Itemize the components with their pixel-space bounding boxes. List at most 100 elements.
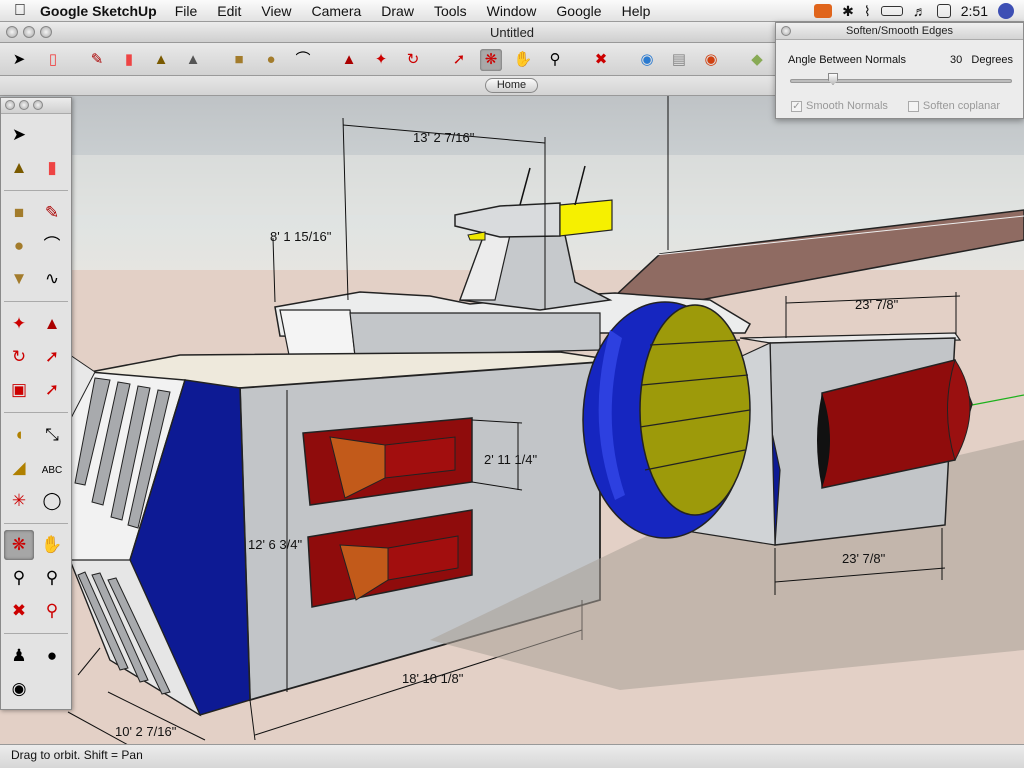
select-tool-button[interactable]: ➤ [8, 49, 30, 71]
palette-look-around-tool[interactable]: ◉ [4, 674, 34, 704]
palette-axes-tool[interactable]: ✳ [4, 486, 34, 516]
battery-icon[interactable] [880, 6, 903, 16]
palette-tape-measure-tool[interactable]: ◖ [4, 420, 34, 450]
eraser-icon: ▯ [48, 51, 58, 68]
menu-help[interactable]: Help [622, 3, 651, 19]
spotlight-icon[interactable] [998, 3, 1014, 19]
angle-slider-track[interactable] [790, 79, 1012, 83]
menu-camera[interactable]: Camera [311, 3, 361, 19]
palette-push-pull-tool[interactable]: ▲ [37, 309, 67, 339]
rotate-icon: ↻ [406, 51, 420, 68]
menu-tools[interactable]: Tools [434, 3, 467, 19]
push-pull-button[interactable]: ▲ [338, 49, 360, 71]
menu-edit[interactable]: Edit [217, 3, 241, 19]
palette-eraser-tool[interactable]: ▮ [37, 153, 67, 183]
share-model-button[interactable]: ◉ [700, 49, 722, 71]
freehand-icon: ∿ [44, 269, 60, 288]
circle-tool-button[interactable]: ● [260, 49, 282, 71]
zoom-extents-button[interactable]: ✖ [590, 49, 612, 71]
pan-tool-button[interactable]: ✋ [512, 49, 534, 71]
palette-scale-tool[interactable]: ▣ [4, 375, 34, 405]
follow-me-button[interactable]: ➚ [448, 49, 470, 71]
palette-protractor-tool[interactable]: ◢ [4, 453, 34, 483]
palette-close-button[interactable] [5, 100, 15, 110]
palette-line-tool[interactable]: ✎ [37, 198, 67, 228]
hand-icon: ✋ [513, 51, 533, 68]
palette-offset-tool[interactable]: ➚ [37, 375, 67, 405]
menu-view[interactable]: View [261, 3, 291, 19]
angle-readout: 30 Degrees [950, 54, 1013, 66]
google-earth-button[interactable]: ◉ [636, 49, 658, 71]
panel-options: ✓ Smooth Normals Soften coplanar [791, 100, 1000, 112]
follow-me-icon: ➚ [44, 347, 60, 366]
components-button[interactable]: ◆ [746, 49, 768, 71]
palette-pan-tool[interactable]: ✋ [37, 530, 67, 560]
palette-zoom-tool[interactable]: ⚲ [4, 563, 34, 593]
palette-rotate-tool[interactable]: ↻ [4, 342, 34, 372]
clock[interactable]: 2:51 [961, 3, 988, 19]
model-viewport[interactable]: 13' 2 7/16" 8' 1 15/16" 23' 7/8" 2' 11 1… [0, 96, 1024, 746]
input-method-icon[interactable] [936, 4, 951, 18]
panel-header: Soften/Smooth Edges [776, 23, 1023, 40]
palette-zoom-extents-tool[interactable]: ✖ [4, 596, 34, 626]
circle-icon: ● [13, 236, 25, 255]
home-button[interactable]: Home [485, 78, 538, 93]
push-pull-icon: ▲ [43, 314, 61, 333]
palette-zoom-window-tool[interactable]: ⚲ [37, 563, 67, 593]
pencil-tool-button[interactable]: ✎ [86, 49, 108, 71]
palette-move-tool[interactable]: ✦ [4, 309, 34, 339]
palette-freehand-tool[interactable]: ∿ [37, 264, 67, 294]
follow-me-icon: ➚ [452, 51, 466, 68]
paint-bucket-button[interactable]: ▲ [150, 49, 172, 71]
soften-smooth-edges-panel: Soften/Smooth Edges Angle Between Normal… [775, 22, 1024, 119]
palette-walk-tool[interactable]: ● [37, 641, 67, 671]
menu-file[interactable]: File [175, 3, 198, 19]
zoom-extents-icon: ✖ [11, 601, 27, 620]
palette-zoom-button[interactable] [33, 100, 43, 110]
smooth-normals-checkbox[interactable]: ✓ [791, 100, 802, 112]
zoom-tool-button[interactable]: ⚲ [544, 49, 566, 71]
sketchup-status-icon[interactable] [814, 4, 833, 18]
palette-select-tool[interactable]: ➤ [4, 120, 34, 150]
palette-previous-view-tool[interactable]: ⚲ [37, 596, 67, 626]
palette-rectangle-tool[interactable]: ■ [4, 198, 34, 228]
palette-text-tool[interactable]: ABC [37, 453, 67, 483]
apple-icon[interactable]:  [0, 2, 40, 20]
zoom-extents-icon: ✖ [594, 51, 608, 68]
eraser-pink-button[interactable]: ▮ [118, 49, 140, 71]
angle-slider-knob[interactable] [828, 73, 838, 85]
rectangle-tool-button[interactable]: ■ [228, 49, 250, 71]
scale-icon: ▣ [10, 380, 28, 399]
palette-3d-text-tool[interactable]: ◯ [37, 486, 67, 516]
soften-coplanar-checkbox[interactable] [907, 100, 919, 112]
move-tool-button[interactable]: ✦ [370, 49, 392, 71]
smooth-normals-option[interactable]: ✓ Smooth Normals [791, 100, 888, 112]
eraser-tool-button[interactable]: ▯ [42, 49, 64, 71]
volume-icon[interactable]: ♬ [913, 3, 927, 19]
menu-draw[interactable]: Draw [381, 3, 414, 19]
soften-coplanar-option[interactable]: Soften coplanar [907, 100, 1000, 112]
3d-text-icon: ◯ [42, 491, 62, 510]
panel-close-button[interactable] [781, 26, 791, 36]
palette-dimension-tool[interactable]: ⤡ [37, 420, 67, 450]
palette-orbit-tool[interactable]: ❋ [4, 530, 34, 560]
palette-position-camera-tool[interactable]: ♟ [4, 641, 34, 671]
menu-google[interactable]: Google [556, 3, 601, 19]
paint-bucket-2-button[interactable]: ▲ [182, 49, 204, 71]
app-menu[interactable]: Google SketchUp [40, 3, 157, 19]
palette-circle-tool[interactable]: ● [4, 231, 34, 261]
arc-icon: ⌒ [43, 236, 61, 255]
arc-tool-button[interactable]: ⌒ [292, 49, 314, 71]
menu-window[interactable]: Window [487, 3, 537, 19]
palette-minimize-button[interactable] [19, 100, 29, 110]
palette-polygon-tool[interactable]: ▼ [4, 264, 34, 294]
palette-paint-bucket-tool[interactable]: ▲ [4, 153, 34, 183]
wifi-icon[interactable]: ⌇ [864, 3, 871, 20]
bluetooth-icon[interactable]: ✱ [842, 3, 854, 20]
orbit-tool-button[interactable]: ❋ [480, 49, 502, 71]
palette-follow-me-tool[interactable]: ➚ [37, 342, 67, 372]
palette-arc-tool[interactable]: ⌒ [37, 231, 67, 261]
get-models-button[interactable]: ▤ [668, 49, 690, 71]
rotate-tool-button[interactable]: ↻ [402, 49, 424, 71]
angle-row: Angle Between Normals 30 Degrees [788, 54, 1013, 66]
